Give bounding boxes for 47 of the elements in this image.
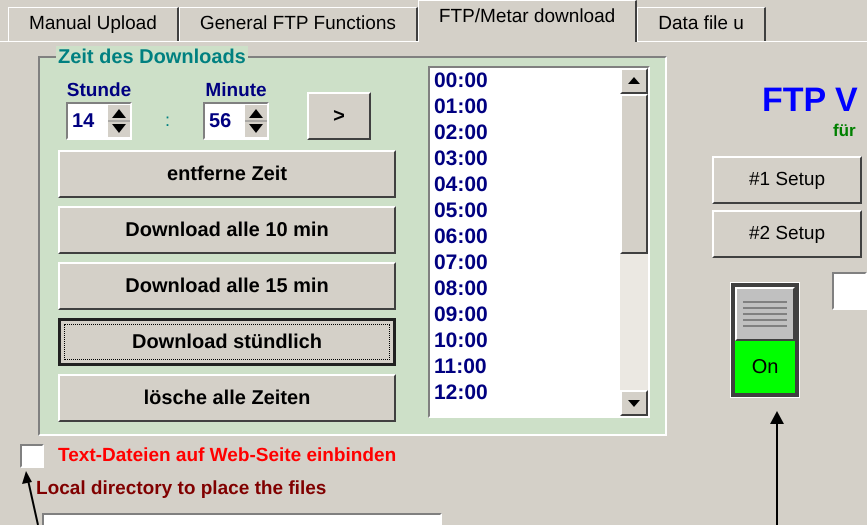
- minute-label: Minute: [205, 80, 267, 102]
- scrollbar[interactable]: [620, 68, 648, 416]
- scroll-up-icon[interactable]: [620, 68, 648, 94]
- time-separator: :: [165, 109, 170, 132]
- add-time-button[interactable]: >: [307, 92, 372, 140]
- tab[interactable]: Data file u: [637, 7, 766, 41]
- time-list-item[interactable]: 02:00: [434, 120, 620, 146]
- time-list-item[interactable]: 09:00: [434, 302, 620, 328]
- input-field[interactable]: [832, 272, 867, 310]
- directory-label: Local directory to place the files: [36, 476, 326, 500]
- checkbox-label: Text-Dateien auf Web-Seite einbinden: [58, 444, 396, 468]
- time-list-item[interactable]: 10:00: [434, 328, 620, 354]
- action-button[interactable]: Download alle 15 min: [58, 262, 396, 310]
- time-list-item[interactable]: 11:00: [434, 354, 620, 380]
- toggle-grip-icon: [735, 287, 796, 341]
- time-list-item[interactable]: 06:00: [434, 224, 620, 250]
- subtitle: für: [833, 120, 857, 142]
- title: FTP V: [762, 80, 859, 120]
- hour-label: Stunde: [66, 80, 132, 102]
- time-list-item[interactable]: 05:00: [434, 198, 620, 224]
- spin-arrows-icon[interactable]: [245, 105, 268, 137]
- time-list-item[interactable]: 08:00: [434, 276, 620, 302]
- tab[interactable]: General FTP Functions: [178, 7, 418, 41]
- time-list-item[interactable]: 04:00: [434, 172, 620, 198]
- spin-field[interactable]: 14: [66, 102, 132, 140]
- toggle-label: On: [735, 341, 796, 393]
- checkbox[interactable]: [20, 444, 44, 468]
- spin-arrows-icon[interactable]: [108, 105, 130, 137]
- time-list-item[interactable]: 07:00: [434, 250, 620, 276]
- scroll-thumb[interactable]: [620, 94, 648, 254]
- action-button[interactable]: entferne Zeit: [58, 150, 396, 198]
- scroll-down-icon[interactable]: [620, 390, 648, 416]
- time-list-item[interactable]: 03:00: [434, 146, 620, 172]
- action-button[interactable]: Download stündlich: [58, 318, 396, 366]
- setup-button[interactable]: #1 Setup: [712, 156, 862, 204]
- time-list[interactable]: 00:00 01:00 02:00 03:00 04:00 05:00 06:00 07:00 08:00 09:00 10:00 11:00 12:00: [428, 66, 650, 418]
- action-button[interactable]: Download alle 10 min: [58, 206, 396, 254]
- setup-button[interactable]: #2 Setup: [712, 210, 862, 258]
- pointer-arrow: [22, 471, 39, 525]
- time-list-item[interactable]: 01:00: [434, 94, 620, 120]
- spin-field[interactable]: 56: [203, 102, 270, 140]
- toggle-switch[interactable]: On: [730, 282, 800, 398]
- tab[interactable]: FTP/Metar download: [418, 0, 638, 42]
- time-list-item[interactable]: 12:00: [434, 380, 620, 406]
- time-list-item[interactable]: 00:00: [434, 68, 620, 94]
- action-button[interactable]: lösche alle Zeiten: [58, 374, 396, 422]
- tab[interactable]: Manual Upload: [8, 7, 179, 41]
